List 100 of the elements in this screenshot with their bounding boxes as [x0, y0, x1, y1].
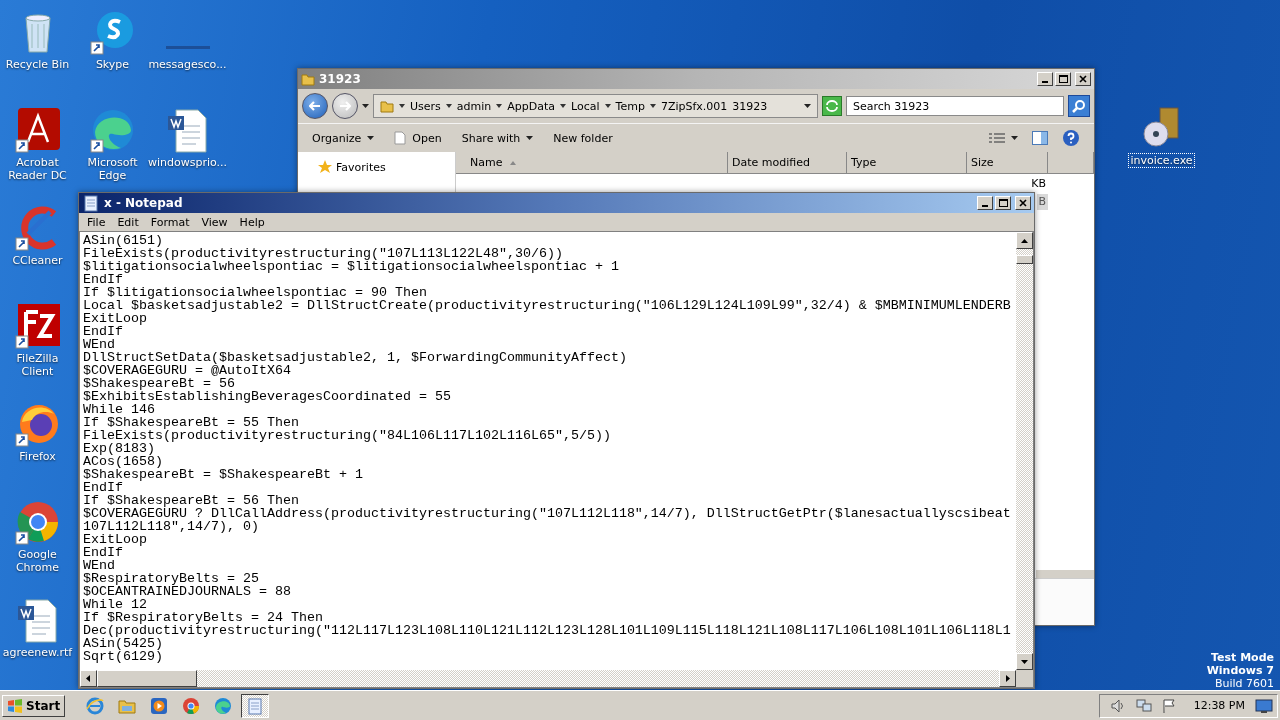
media-player-icon [150, 696, 169, 715]
column-header[interactable]: Type [847, 152, 967, 174]
toolbar-button[interactable]: New folder [553, 131, 613, 145]
preview-pane-button[interactable] [1032, 131, 1048, 145]
search-button[interactable] [1068, 95, 1090, 117]
os-notice-text: Build 7601 [1214, 677, 1274, 690]
breadcrumb-item[interactable]: AppData [507, 99, 556, 113]
column-header[interactable]: Name [456, 152, 728, 174]
column-header[interactable]: Size [967, 152, 1048, 174]
right-arrow-icon [1004, 675, 1011, 682]
close-icon [1079, 75, 1087, 83]
notepad-icon [82, 194, 100, 212]
menu-item[interactable]: File [81, 215, 112, 229]
chevron-icon [445, 103, 452, 109]
code-line: ACos(1658) [83, 455, 163, 468]
code-line: While 146 [83, 403, 155, 416]
scroll-right-button[interactable] [999, 670, 1016, 687]
desktop-icon[interactable]: windowsprio... [150, 102, 225, 169]
scroll-up-button[interactable] [1016, 232, 1033, 249]
scrollbar-thumb[interactable] [97, 670, 197, 687]
menu-item[interactable]: Edit [111, 215, 145, 229]
scrollbar-thumb[interactable] [1016, 255, 1033, 264]
star-icon [318, 160, 332, 174]
search-field[interactable]: Search 31923 [846, 96, 1064, 116]
minimize-button[interactable] [1037, 72, 1053, 86]
breadcrumb-item[interactable]: Local [571, 99, 600, 113]
caret-icon [1011, 136, 1018, 140]
code-line: If $ShakespeareBt = 56 Then [83, 494, 300, 507]
code-line: Local $basketsadjustable2 = DllStructCreate(productivityrestructuring("106L129L124L109L99",32/4) & $MBMINIMUMLENDERB [83, 299, 1012, 312]
menu-item[interactable]: View [195, 215, 234, 229]
maximize-button[interactable] [995, 196, 1011, 210]
code-line: ASin(5425) [83, 637, 163, 650]
close-icon [1019, 199, 1027, 207]
flag-icon[interactable] [1161, 698, 1176, 713]
code-line: ExitLoop [83, 312, 147, 325]
desktop-icon[interactable]: Acrobat Reader DC [0, 102, 75, 182]
toolbar-button[interactable]: Open [394, 131, 442, 145]
breadcrumb-item[interactable]: 31923 [732, 99, 768, 113]
maximize-button[interactable] [1055, 72, 1071, 86]
scroll-left-button[interactable] [80, 670, 97, 687]
address-bar[interactable]: Users admin AppData Local Temp 7ZipSfx.001 31923 [373, 94, 818, 118]
help-button[interactable] [1062, 129, 1080, 147]
code-line: If $litigationsocialwheelspontiac = 90 Then [83, 286, 428, 299]
pane-icon [1032, 131, 1048, 145]
chevron-icon [604, 103, 611, 109]
start-button[interactable]: Start [2, 694, 66, 717]
view-button[interactable] [989, 132, 1018, 144]
desktop-icon[interactable]: messagesco... [150, 4, 225, 71]
desktop-icon[interactable]: Skype [75, 4, 150, 71]
clock-time[interactable]: 12:38 PM [1193, 699, 1245, 712]
minimize-button[interactable] [977, 196, 993, 210]
back-button[interactable] [302, 93, 328, 119]
desktop-icon[interactable]: agreenew.rtf [0, 592, 75, 659]
speaker-icon[interactable] [1109, 698, 1126, 713]
show-desktop-icon[interactable] [1255, 698, 1273, 713]
code-line: Sqrt(6129) [83, 650, 164, 663]
code-line: While 12 [83, 598, 148, 611]
breadcrumb-item[interactable]: 7ZipSfx.001 [660, 99, 728, 113]
desktop-icon[interactable]: Firefox [0, 396, 75, 463]
toolbar-button[interactable]: Organize [312, 131, 375, 145]
down-arrow-icon [1021, 658, 1028, 665]
nav-item[interactable]: Favorites [318, 160, 455, 174]
close-button[interactable] [1015, 196, 1031, 210]
up-arrow-icon [1021, 237, 1028, 244]
refresh-button[interactable] [822, 96, 842, 116]
desktop-icon[interactable]: FileZilla Client [0, 298, 75, 378]
horizontal-scrollbar[interactable] [1036, 570, 1094, 578]
chevron-icon [560, 103, 567, 109]
window-title: x - Notepad [104, 196, 184, 210]
breadcrumb-item[interactable]: admin [456, 99, 492, 113]
chevron-icon [399, 103, 405, 109]
os-notice-text: Windows 7 [1206, 664, 1274, 677]
window-title: 31923 [319, 72, 362, 86]
file-icon [165, 46, 210, 49]
code-line: DllStructSetData($basketsadjustable2, 1, $ForwardingCommunityAffect) [83, 351, 628, 364]
scroll-down-button[interactable] [1016, 653, 1033, 670]
forward-button[interactable] [332, 93, 358, 119]
code-line: WEnd [83, 338, 116, 351]
menu-item[interactable]: Format [144, 215, 196, 229]
forward-arrow-icon [339, 101, 351, 111]
taskbar-app-button[interactable] [241, 693, 270, 718]
code-line: WEnd [83, 559, 116, 572]
vertical-scrollbar[interactable] [1016, 232, 1033, 670]
internet-explorer-icon [86, 696, 105, 715]
notepad-icon [246, 696, 265, 715]
network-icon[interactable] [1135, 698, 1152, 713]
desktop-icon[interactable]: Google Chrome [0, 494, 75, 574]
code-line: EndIf [83, 481, 123, 494]
desktop-icon[interactable]: Recycle Bin [0, 4, 75, 71]
desktop-icon[interactable]: CCleaner [0, 200, 75, 267]
code-line: $RespiratoryBelts = 25 [83, 572, 260, 585]
toolbar-button[interactable]: Share with [461, 131, 534, 145]
search-icon [1072, 99, 1086, 113]
breadcrumb-item[interactable]: Temp [615, 99, 645, 113]
close-button[interactable] [1075, 72, 1091, 86]
breadcrumb-item[interactable]: Users [410, 99, 441, 113]
menu-item[interactable]: Help [233, 215, 271, 229]
code-line: Exp(8183) [83, 442, 155, 455]
column-header[interactable]: Date modified [728, 152, 847, 174]
horizontal-scrollbar[interactable] [80, 670, 1016, 687]
